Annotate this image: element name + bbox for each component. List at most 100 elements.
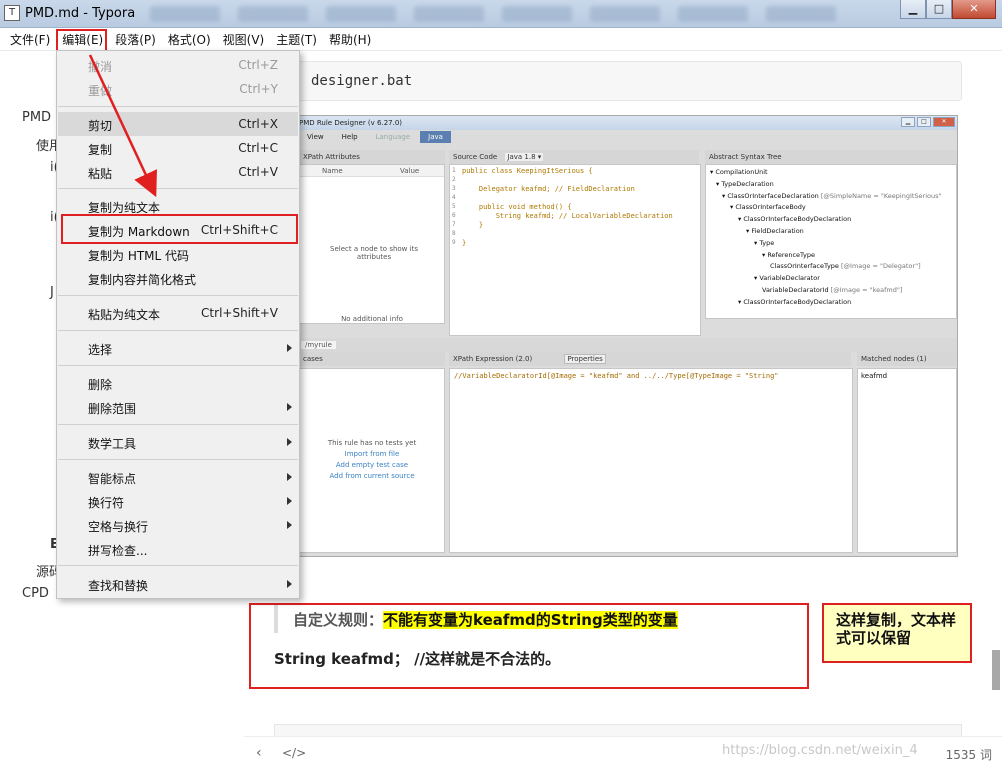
col-value: Value (400, 167, 420, 175)
menu-item-redo[interactable]: 重做 Ctrl+Y (58, 77, 298, 101)
menu-item-paste[interactable]: 粘贴 Ctrl+V (58, 160, 298, 184)
menu-theme[interactable]: 主题(T) (270, 28, 323, 50)
ast-node: ▾ VariableDeclarator (754, 274, 820, 282)
outline-text: PMD (22, 110, 52, 125)
menu-item-smart-punctuation[interactable]: 智能标点 (58, 465, 298, 489)
submenu-arrow-icon (287, 344, 292, 352)
menu-item-delete[interactable]: 删除 (58, 371, 298, 395)
menu-item-copy[interactable]: 复制 Ctrl+C (58, 136, 298, 160)
ast-panel: ▾ CompilationUnit ▾ TypeDeclaration ▾ Cl… (705, 164, 957, 319)
matched-nodes-panel: keafmd (857, 368, 957, 553)
menu-item-math-tools[interactable]: 数学工具 (58, 430, 298, 454)
menu-item-paste-plain[interactable]: 粘贴为纯文本 Ctrl+Shift+V (58, 301, 298, 325)
code-block[interactable]: designer.bat (244, 61, 962, 101)
menu-item-delete-range[interactable]: 删除范围 (58, 395, 298, 419)
word-count[interactable]: 1535 词 (946, 746, 992, 763)
submenu-arrow-icon (287, 580, 292, 588)
window-title: PMD.md - Typora (25, 6, 136, 21)
col-name: Name (322, 167, 343, 175)
menu-item-copy-html[interactable]: 复制为 HTML 代码 (58, 242, 298, 266)
ast-node-label: ▾ ReferenceType (762, 250, 815, 259)
ast-node: ▾ ReferenceType (762, 251, 815, 259)
menu-item-copy-simplified[interactable]: 复制内容并简化格式 (58, 266, 298, 290)
xpath-editor: //VariableDeclaratorId[@Image = "keafmd"… (449, 368, 853, 553)
pmd-designer-image: PMD Rule Designer (v 6.27.0) ▁ □ ✕ View He… (246, 115, 958, 557)
menu-format[interactable]: 格式(O) (162, 28, 217, 50)
source-line: } (462, 239, 467, 247)
designer-menu: View (307, 133, 324, 141)
menu-item-find-replace[interactable]: 查找和替换 (58, 572, 298, 596)
scrollbar-thumb[interactable] (992, 650, 1000, 690)
ast-node-label: ▾ VariableDeclarator (754, 274, 820, 283)
ast-node: ▾ FieldDeclaration (746, 227, 804, 235)
import-file-link: Import from file (344, 450, 400, 458)
ast-node-label: ▾ TypeDeclaration (716, 179, 774, 188)
menu-paragraph[interactable]: 段落(P) (109, 28, 162, 50)
designer-menu: Help (341, 133, 358, 141)
submenu-arrow-icon (287, 438, 292, 446)
xpath-attributes-panel: Name Value Select a node to show its att… (299, 164, 445, 324)
source-line: public class KeepingItSerious { (462, 167, 593, 175)
ast-node: ▾ CompilationUnit (710, 168, 768, 176)
code-text: designer.bat (311, 73, 413, 89)
submenu-arrow-icon (287, 403, 292, 411)
test-cases-panel: This rule has no tests yet Import from f… (299, 368, 445, 553)
menu-help[interactable]: 帮助(H) (323, 28, 377, 50)
matched-node-item: keafmd (861, 372, 888, 380)
annotation-note: 这样复制，文本样式可以保留 (822, 603, 972, 663)
ast-node: ▾ Type (754, 239, 774, 247)
code-icon[interactable]: </> (282, 746, 306, 760)
ast-node: ▾ ClassOrInterfaceBodyDeclaration (738, 298, 851, 306)
add-empty-link: Add empty test case (335, 461, 409, 469)
designer-menu: Language (375, 133, 411, 141)
blurred-taskbar-tabs (150, 4, 890, 24)
ast-node: ▾ ClassOrInterfaceBodyDeclaration (738, 215, 851, 223)
chevron-left-icon[interactable]: ‹ (256, 745, 262, 761)
matched-nodes-label: Matched nodes (1) (861, 355, 927, 363)
ast-node-attr: [@SimpleName = "KeepingItSerious" (820, 191, 942, 200)
edit-dropdown-menu: 撤消 Ctrl+Z 重做 Ctrl+Y 剪切 Ctrl+X 复制 Ctrl+C … (56, 50, 300, 599)
source-code-panel: 123 456 789 public class KeepingItSeriou… (449, 164, 701, 336)
ast-node-label: ClassOrInterfaceType (770, 262, 841, 271)
source-line: } (462, 221, 484, 229)
close-button[interactable]: ✕ (952, 0, 996, 19)
menu-item-cut[interactable]: 剪切 Ctrl+X (58, 112, 298, 136)
menu-item-line-break[interactable]: 换行符 (58, 489, 298, 513)
outline-text: J (50, 285, 54, 300)
ast-node: ClassOrInterfaceType [@Image = "Delegato… (770, 262, 921, 270)
ast-node-label: ▾ ClassOrInterfaceDeclaration (722, 191, 821, 200)
no-tests-msg: This rule has no tests yet (327, 439, 417, 447)
menu-item-undo[interactable]: 撤消 Ctrl+Z (58, 53, 298, 77)
ast-node: ▾ ClassOrInterfaceBody (730, 203, 806, 211)
cases-label: cases (303, 355, 323, 363)
submenu-arrow-icon (287, 497, 292, 505)
source-line: public void method() { (462, 203, 572, 211)
minimize-button[interactable]: ▁ (900, 0, 926, 19)
menu-item-spaces[interactable]: 空格与换行 (58, 513, 298, 537)
menu-view[interactable]: 视图(V) (217, 28, 271, 50)
ast-title: Abstract Syntax Tree (709, 153, 782, 161)
maximize-button[interactable]: □ (926, 0, 952, 19)
code-block[interactable] (274, 724, 962, 736)
ast-node: ▾ TypeDeclaration (716, 180, 774, 188)
xpath-expression-label: XPath Expression (2.0) (453, 355, 533, 363)
paste-result-highlight-box (249, 603, 809, 689)
copy-markdown-highlight-box (61, 214, 298, 244)
submenu-arrow-icon (287, 473, 292, 481)
menu-item-select[interactable]: 选择 (58, 336, 298, 360)
menu-item-spellcheck[interactable]: 拼写检查... (58, 537, 298, 561)
watermark: https://blog.csdn.net/weixin_4 (722, 743, 918, 758)
no-info-msg: No additional info (341, 315, 403, 323)
typora-app-icon: T (4, 5, 20, 21)
ast-node-label: ▾ ClassOrInterfaceBodyDeclaration (738, 215, 852, 224)
ast-node-attr: [@Image = "keafmd"] (830, 286, 903, 294)
window-controls: ▁ □ ✕ (900, 0, 996, 19)
select-node-msg: Select a node to show its attributes (330, 245, 418, 261)
menu-file[interactable]: 文件(F) (4, 28, 56, 50)
properties-button: Properties (564, 354, 606, 364)
ast-node: ▾ ClassOrInterfaceDeclaration [@SimpleNa… (722, 192, 942, 200)
java-version: Java 1.8 ▾ (505, 153, 544, 161)
menu-bar: 文件(F) 编辑(E) 段落(P) 格式(O) 视图(V) 主题(T) 帮助(H… (0, 28, 1002, 50)
add-current-link: Add from current source (329, 472, 415, 480)
ast-node-attr: [@Image = "Delegator"] (841, 262, 921, 271)
